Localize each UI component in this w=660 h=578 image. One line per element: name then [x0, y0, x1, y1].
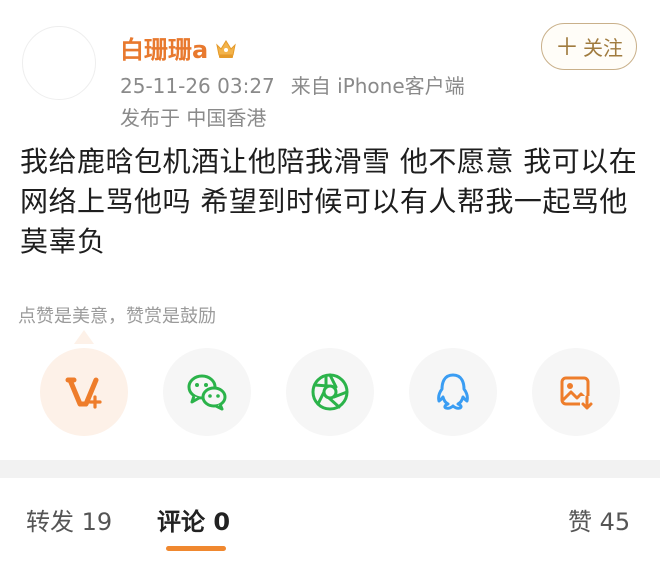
save-image-button[interactable]	[532, 348, 620, 436]
wechat-icon	[187, 374, 227, 411]
tab-comment[interactable]: 评论 0	[157, 502, 230, 537]
follow-label: 关注	[583, 36, 623, 60]
active-tab-indicator	[166, 546, 226, 551]
share-row	[0, 348, 660, 440]
reward-button[interactable]	[40, 348, 128, 436]
username-text: 白珊珊a	[120, 36, 209, 64]
weibo-post-page: 白珊珊a 25-11-26 03:27 来自 iPhone客户端 发布于 中国香港…	[0, 0, 660, 578]
reward-v-plus-icon	[65, 377, 102, 409]
share-moments-button[interactable]	[286, 348, 374, 436]
crown-badge-icon	[216, 39, 237, 58]
post-line: 网络上骂他吗 希望到时候可以有人帮我一起骂他	[20, 185, 628, 218]
tab-repost[interactable]: 转发 19	[26, 502, 112, 537]
avatar[interactable]	[22, 26, 96, 100]
post-line: 我给鹿晗包机酒让他陪我滑雪 他不愿意 我可以在	[20, 145, 638, 178]
post-content: 我给鹿晗包机酒让他陪我滑雪 他不愿意 我可以在 网络上骂他吗 希望到时候可以有人…	[20, 142, 644, 262]
post-line: 莫辜负	[20, 225, 106, 258]
tab-like[interactable]: 赞 45	[568, 502, 630, 537]
post-location: 发布于 中国香港	[120, 106, 267, 130]
reward-hint: 点赞是美意，赞赏是鼓励	[18, 306, 216, 327]
client-source: 来自 iPhone客户端	[290, 74, 465, 98]
moments-icon	[311, 373, 349, 411]
follow-button[interactable]: ＋ 关注	[541, 23, 637, 70]
timestamp: 25-11-26 03:27	[120, 74, 275, 98]
plus-icon: ＋	[555, 32, 579, 61]
share-qq-button[interactable]	[409, 348, 497, 436]
qq-icon	[437, 373, 469, 410]
reward-pointer	[74, 330, 94, 344]
post-meta: 25-11-26 03:27 来自 iPhone客户端	[120, 70, 465, 99]
save-image-icon	[560, 376, 594, 410]
section-divider	[0, 460, 660, 478]
share-wechat-button[interactable]	[163, 348, 251, 436]
username[interactable]: 白珊珊a	[120, 30, 238, 65]
